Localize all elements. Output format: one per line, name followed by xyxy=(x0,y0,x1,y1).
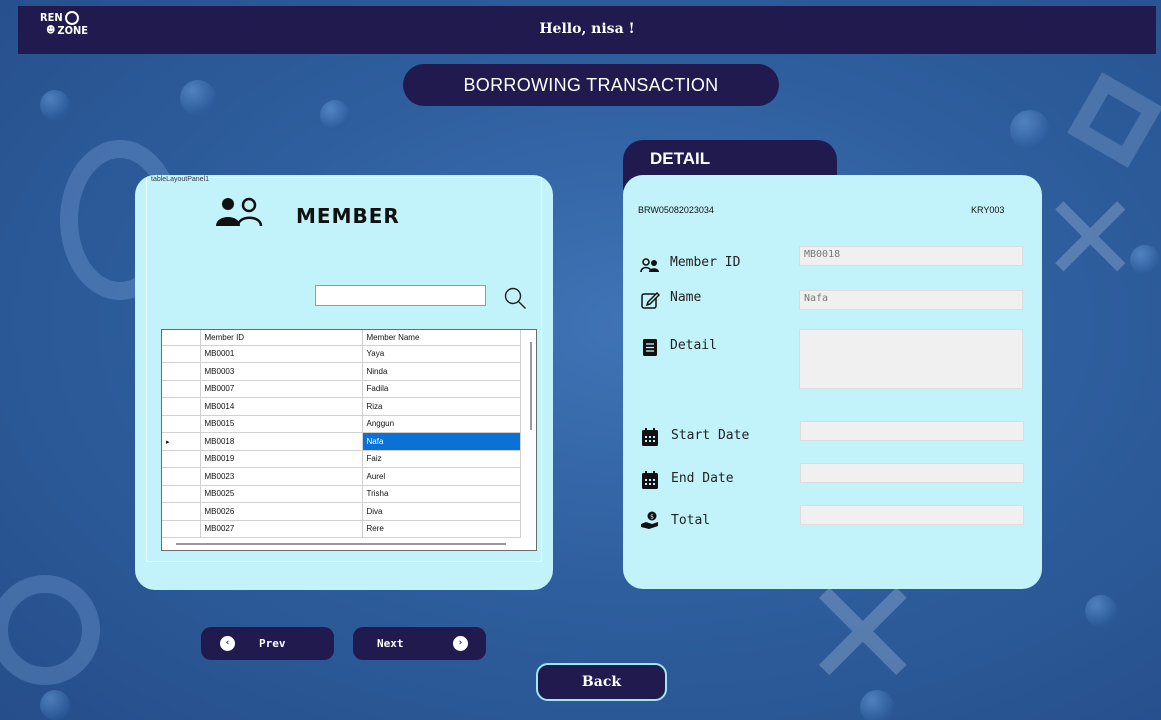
row-header-cell[interactable] xyxy=(162,397,201,416)
member-name-cell[interactable]: Trisha xyxy=(362,485,521,503)
table-row[interactable]: MB0014 Riza xyxy=(162,397,521,416)
table-row[interactable]: MB0023 Aurel xyxy=(162,467,521,486)
member-id-cell[interactable]: MB0019 xyxy=(200,450,363,468)
calendar-icon xyxy=(642,428,658,446)
prev-button[interactable]: ‹ Prev xyxy=(201,627,334,660)
member-name-cell[interactable]: Aurel xyxy=(362,467,521,486)
member-id-label: Member ID xyxy=(670,255,741,270)
member-name-cell[interactable]: Diva xyxy=(362,502,521,521)
employee-code: KRY003 xyxy=(971,205,1005,215)
edit-icon xyxy=(641,291,660,309)
table-row[interactable]: MB0026 Diva xyxy=(162,502,521,521)
background-bubble xyxy=(1010,110,1050,150)
row-header-cell[interactable] xyxy=(162,450,201,468)
chevron-right-icon: › xyxy=(453,636,468,651)
member-id-cell[interactable]: MB0023 xyxy=(200,467,363,486)
row-header-cell[interactable] xyxy=(162,380,201,398)
row-header-cell[interactable] xyxy=(162,520,201,538)
table-row[interactable]: MB0001 Yaya xyxy=(162,345,521,363)
member-name-cell[interactable]: Anggun xyxy=(362,415,521,433)
row-header-cell[interactable] xyxy=(162,362,201,381)
panel-caption: tableLayoutPanel1 xyxy=(151,176,209,183)
member-title: MEMBER xyxy=(296,204,400,228)
background-bubble xyxy=(1085,595,1117,627)
member-name-cell[interactable]: Fadila xyxy=(362,380,521,398)
detail-field[interactable] xyxy=(799,329,1023,389)
member-id-cell[interactable]: MB0026 xyxy=(200,502,363,521)
next-button[interactable]: Next › xyxy=(353,627,486,660)
table-row[interactable]: MB0019 Faiz xyxy=(162,450,521,468)
background-cross: ✕ xyxy=(1040,170,1141,309)
end-date-label: End Date xyxy=(671,471,734,486)
column-header-member-name[interactable]: Member Name xyxy=(362,330,521,346)
background-bubble xyxy=(180,80,216,116)
background-ring xyxy=(0,575,100,685)
name-label: Name xyxy=(670,290,702,305)
total-field[interactable] xyxy=(800,505,1024,525)
chevron-left-icon: ‹ xyxy=(220,636,235,651)
total-label: Total xyxy=(671,513,711,528)
row-header-cell[interactable] xyxy=(162,415,201,433)
member-search-input[interactable] xyxy=(315,285,486,306)
detail-label: Detail xyxy=(670,338,717,353)
greeting-text: Hello, nisa ! xyxy=(539,21,635,37)
table-row[interactable]: MB0025 Trisha xyxy=(162,485,521,503)
row-header-cell[interactable]: ▸ xyxy=(162,432,201,451)
table-row[interactable]: MB0027 Rere xyxy=(162,520,521,538)
name-field[interactable]: Nafa xyxy=(799,290,1023,310)
row-indicator-icon: ▸ xyxy=(166,438,170,446)
row-header-corner xyxy=(162,330,201,346)
background-bubble xyxy=(320,100,350,130)
member-table[interactable]: Member ID Member Name MB0001 Yaya MB0003 Ni… xyxy=(161,329,537,551)
background-bubble xyxy=(860,690,894,720)
background-square xyxy=(1067,72,1161,168)
horizontal-scrollbar[interactable] xyxy=(176,543,506,545)
member-id-cell[interactable]: MB0007 xyxy=(200,380,363,398)
top-bar: REN ☻ ZONE Hello, nisa ! xyxy=(18,6,1156,54)
member-id-cell[interactable]: MB0001 xyxy=(200,345,363,363)
search-icon[interactable] xyxy=(503,286,527,310)
back-button[interactable]: Back xyxy=(536,663,667,701)
page-title: BORROWING TRANSACTION xyxy=(403,64,779,106)
start-date-label: Start Date xyxy=(671,428,750,443)
row-header-cell[interactable] xyxy=(162,502,201,521)
calendar-icon xyxy=(642,471,658,489)
member-id-field[interactable]: MB0018 xyxy=(799,246,1023,266)
members-icon xyxy=(216,197,263,227)
table-header-row: Member ID Member Name xyxy=(162,330,521,346)
row-header-cell[interactable] xyxy=(162,467,201,486)
member-id-cell[interactable]: MB0015 xyxy=(200,415,363,433)
svg-text:$: $ xyxy=(650,514,654,521)
member-id-cell[interactable]: MB0018 xyxy=(200,432,363,451)
document-icon xyxy=(643,339,657,356)
member-name-cell[interactable]: Nafa xyxy=(362,432,521,451)
member-id-cell[interactable]: MB0003 xyxy=(200,362,363,381)
next-label: Next xyxy=(377,637,404,650)
background-bubble xyxy=(40,690,70,720)
background-bubble xyxy=(1130,245,1160,275)
member-name-cell[interactable]: Faiz xyxy=(362,450,521,468)
member-id-cell[interactable]: MB0025 xyxy=(200,485,363,503)
user-group-icon xyxy=(640,258,659,273)
member-name-cell[interactable]: Ninda xyxy=(362,362,521,381)
vertical-scrollbar[interactable] xyxy=(530,342,532,430)
member-name-cell[interactable]: Yaya xyxy=(362,345,521,363)
member-id-cell[interactable]: MB0014 xyxy=(200,397,363,416)
row-header-cell[interactable] xyxy=(162,345,201,363)
end-date-field[interactable] xyxy=(800,463,1024,483)
money-hand-icon: $ xyxy=(641,511,658,529)
member-id-cell[interactable]: MB0027 xyxy=(200,520,363,538)
start-date-field[interactable] xyxy=(800,421,1024,441)
table-row[interactable]: ▸ MB0018 Nafa xyxy=(162,432,521,451)
table-row[interactable]: MB0015 Anggun xyxy=(162,415,521,433)
prev-label: Prev xyxy=(259,637,286,650)
member-name-cell[interactable]: Rere xyxy=(362,520,521,538)
column-header-member-id[interactable]: Member ID xyxy=(200,330,363,346)
transaction-code: BRW05082023034 xyxy=(638,205,714,215)
table-row[interactable]: MB0003 Ninda xyxy=(162,362,521,381)
table-row[interactable]: MB0007 Fadila xyxy=(162,380,521,398)
row-header-cell[interactable] xyxy=(162,485,201,503)
background-bubble xyxy=(40,90,70,120)
member-name-cell[interactable]: Riza xyxy=(362,397,521,416)
